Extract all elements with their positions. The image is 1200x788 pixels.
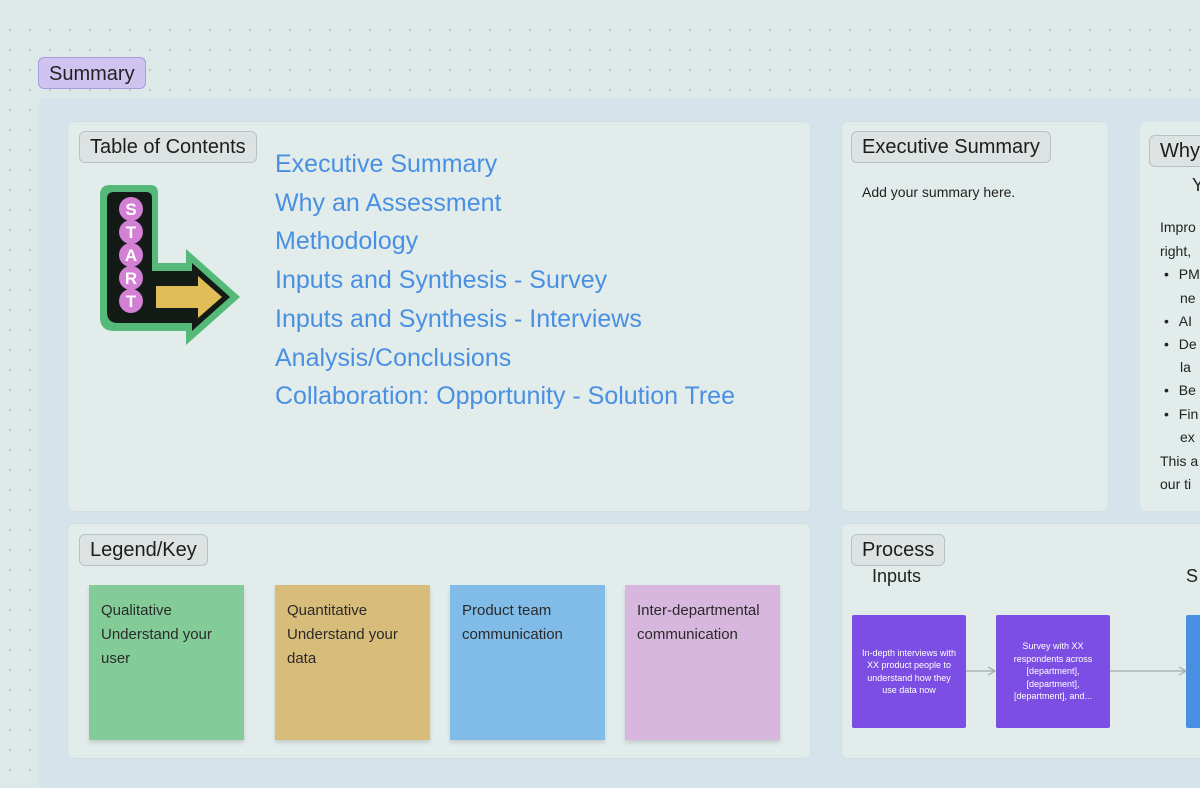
- legend-sticky-qualitative[interactable]: Qualitative Understand your user: [89, 585, 244, 740]
- why-bullet: • Fin: [1164, 406, 1199, 422]
- start-sign-letter: A: [125, 246, 137, 265]
- why-bullet: • PM: [1164, 266, 1200, 282]
- toc-link-why-assessment[interactable]: Why an Assessment: [275, 184, 735, 223]
- section-tag-summary[interactable]: Summary: [38, 57, 146, 89]
- legend-sticky-quantitative[interactable]: Quantitative Understand your data: [275, 585, 430, 740]
- why-intro-line: right,: [1160, 243, 1192, 259]
- why-outro-line: our ti: [1160, 476, 1192, 492]
- process-second-label: S: [1186, 566, 1199, 586]
- why-bullet: • Be: [1164, 382, 1196, 398]
- process-title: Process: [851, 534, 946, 566]
- process-card-interviews[interactable]: In-depth interviews with XX product peop…: [852, 615, 966, 728]
- executive-summary-title: Executive Summary: [851, 131, 1051, 163]
- legend-sticky-inter-departmental[interactable]: Inter-departmental communication: [625, 585, 780, 740]
- why-bullet-text: PM: [1178, 266, 1200, 282]
- process-inputs-label: Inputs: [872, 566, 922, 586]
- why-bullet-text: AI: [1178, 313, 1193, 329]
- start-sign-letter: T: [126, 223, 137, 242]
- why-panel-title: Why: [1149, 135, 1200, 167]
- executive-summary-panel: [842, 122, 1108, 511]
- why-bullet-text: Be: [1178, 382, 1196, 398]
- start-arrow-sign-icon: START: [100, 185, 240, 345]
- why-bullet-text: De: [1178, 336, 1197, 352]
- executive-summary-body[interactable]: Add your summary here.: [862, 184, 1015, 200]
- toc-link-analysis-conclusions[interactable]: Analysis/Conclusions: [275, 339, 735, 378]
- start-sign-letter: T: [126, 292, 137, 311]
- process-card-text: In-depth interviews with XX product peop…: [861, 647, 957, 696]
- why-bullet-continuation: ne: [1180, 290, 1196, 306]
- toc-link-list: Executive Summary Why an Assessment Meth…: [275, 145, 735, 416]
- canvas-top-band: [0, 0, 1200, 20]
- toc-link-inputs-survey[interactable]: Inputs and Synthesis - Survey: [275, 261, 735, 300]
- toc-link-inputs-interviews[interactable]: Inputs and Synthesis - Interviews: [275, 300, 735, 339]
- why-bullet-continuation: la: [1180, 359, 1191, 375]
- toc-link-methodology[interactable]: Methodology: [275, 222, 735, 261]
- start-sign-letter: S: [125, 200, 136, 219]
- why-bullet: • De: [1164, 336, 1197, 352]
- why-intro-line: Impro: [1160, 219, 1196, 235]
- toc-title: Table of Contents: [79, 131, 257, 163]
- process-connectors: [966, 666, 1188, 676]
- toc-link-executive-summary[interactable]: Executive Summary: [275, 145, 735, 184]
- why-panel-subtitle: Y: [1192, 175, 1200, 195]
- legend-sticky-product-team[interactable]: Product team communication: [450, 585, 605, 740]
- start-sign-letter: R: [125, 269, 137, 288]
- why-outro-line: This a: [1160, 453, 1199, 469]
- why-bullet-continuation: ex: [1180, 429, 1195, 445]
- why-panel-partial: Why Y Impro right, • PM ne • AI • De la …: [1140, 122, 1200, 512]
- toc-link-collaboration-tree[interactable]: Collaboration: Opportunity - Solution Tr…: [275, 377, 735, 416]
- why-bullet: • AI: [1164, 313, 1193, 329]
- legend-title: Legend/Key: [79, 534, 208, 566]
- why-bullet-text: Fin: [1178, 406, 1199, 422]
